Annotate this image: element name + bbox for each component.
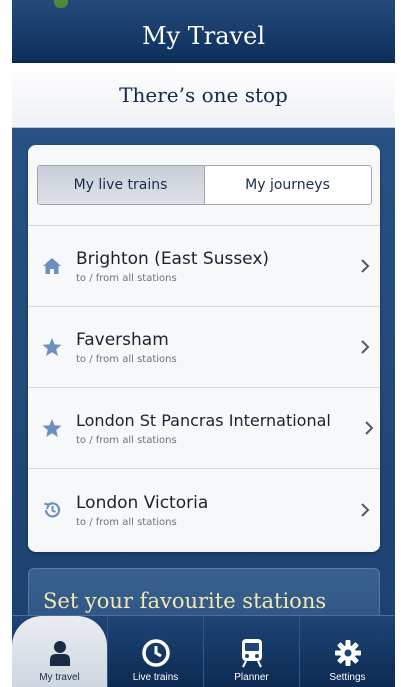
station-text: Faversham to / from all stations <box>76 329 350 365</box>
banner-text: There’s one stop <box>119 83 288 107</box>
chevron-right-icon <box>358 420 380 436</box>
station-row-st-pancras[interactable]: London St Pancras International to / fro… <box>28 388 380 469</box>
gear-icon <box>334 634 362 672</box>
banner: There’s one stop <box>12 63 395 128</box>
title-bar: My Travel <box>12 0 395 63</box>
star-icon <box>28 337 76 357</box>
chevron-right-icon <box>350 502 380 518</box>
tab-label: Planner <box>234 672 269 683</box>
station-detail: to / from all stations <box>76 273 177 284</box>
station-row-brighton[interactable]: Brighton (East Sussex) to / from all sta… <box>28 226 380 307</box>
train-icon <box>240 634 264 672</box>
station-name: Faversham <box>76 330 169 350</box>
station-text: London Victoria to / from all stations <box>76 492 350 528</box>
station-detail: to / from all stations <box>76 354 177 365</box>
person-icon <box>48 634 72 672</box>
clock-icon <box>141 634 171 672</box>
home-icon <box>28 257 76 275</box>
tab-settings[interactable]: Settings <box>299 616 395 687</box>
promo-text: Set your favourite stations <box>43 589 327 613</box>
history-icon <box>28 500 76 520</box>
station-row-faversham[interactable]: Faversham to / from all stations <box>28 307 380 388</box>
chevron-right-icon <box>350 258 380 274</box>
station-text: Brighton (East Sussex) to / from all sta… <box>76 248 350 284</box>
logo-icon <box>54 0 68 8</box>
station-row-victoria[interactable]: London Victoria to / from all stations <box>28 469 380 550</box>
tab-my-travel[interactable]: My travel <box>12 616 107 687</box>
station-name: London Victoria <box>76 492 209 513</box>
tab-label: Settings <box>329 672 366 683</box>
tab-label: My travel <box>39 672 80 683</box>
chevron-right-icon <box>350 339 380 355</box>
stations-card: My live trains My journeys Brighton (Eas… <box>28 145 380 552</box>
tab-planner[interactable]: Planner <box>203 616 299 687</box>
tab-live-trains[interactable]: Live trains <box>107 616 203 687</box>
tab-label: Live trains <box>132 672 179 683</box>
segment-my-live-trains[interactable]: My live trains <box>37 166 205 204</box>
station-text: London St Pancras International to / fro… <box>76 410 358 446</box>
segmented-control: My live trains My journeys <box>36 165 372 205</box>
star-icon <box>28 418 76 438</box>
station-detail: to / from all stations <box>76 435 177 446</box>
page-title: My Travel <box>142 21 265 50</box>
station-name: London St Pancras International <box>76 411 331 430</box>
tab-bar: My travel Live trains Planner Settings <box>12 615 395 687</box>
segment-wrap: My live trains My journeys <box>28 145 380 226</box>
app-screen: My Travel There’s one stop My live train… <box>12 0 395 687</box>
station-detail: to / from all stations <box>76 516 177 528</box>
segment-my-journeys[interactable]: My journeys <box>204 166 371 204</box>
station-name: Brighton (East Sussex) <box>76 249 270 269</box>
